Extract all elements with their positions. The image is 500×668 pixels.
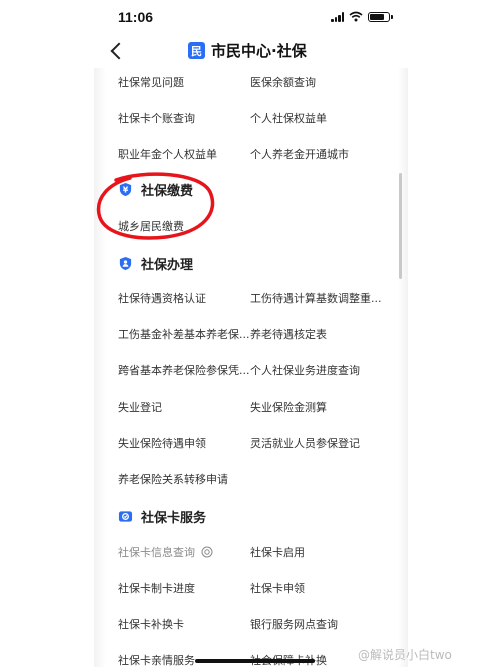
highlight-circle (96, 172, 215, 240)
face-recognition-icon (201, 546, 212, 558)
panel-right-shade (398, 68, 408, 667)
service-item[interactable]: 工伤待遇计算基数调整重... (250, 290, 382, 306)
signal-icon (331, 11, 344, 22)
service-item[interactable]: 社保卡信息查询 (118, 544, 213, 560)
wifi-icon (349, 11, 363, 22)
service-item[interactable]: 社保待遇资格认证 (118, 290, 206, 306)
status-icons (331, 11, 393, 22)
service-item[interactable]: 社保常见问题 (118, 74, 184, 90)
battery-icon (368, 11, 393, 22)
service-item[interactable]: 银行服务网点查询 (250, 616, 338, 632)
watermark: @解说员小白two (358, 648, 452, 662)
service-item[interactable]: 个人社保权益单 (250, 110, 327, 126)
service-item[interactable]: 社保卡启用 (250, 544, 305, 560)
service-item[interactable]: 灵活就业人员参保登记 (250, 435, 360, 451)
back-button[interactable] (108, 40, 128, 62)
status-time: 11:06 (118, 9, 154, 25)
service-item[interactable]: 社保卡亲情服务 (118, 652, 195, 668)
status-bar: 11:06 (0, 0, 500, 34)
service-item[interactable]: 个人养老金开通城市 (250, 146, 349, 162)
service-item[interactable]: 养老保险关系转移申请 (118, 471, 228, 487)
service-item[interactable]: 失业登记 (118, 399, 162, 415)
service-item[interactable]: 跨省基本养老保险参保凭... (118, 362, 250, 378)
service-item[interactable]: 社保卡补换卡 (118, 616, 184, 632)
service-item[interactable]: 失业保险待遇申领 (118, 435, 206, 451)
home-indicator[interactable] (195, 659, 315, 663)
service-item[interactable]: 社保卡制卡进度 (118, 580, 195, 596)
service-item[interactable]: 工伤基金补差基本养老保... (118, 326, 250, 342)
service-item[interactable]: 社保卡个账查询 (118, 110, 195, 126)
page-title-text: 市民中心·社保 (211, 42, 307, 60)
service-item[interactable]: 职业年金个人权益单 (118, 146, 217, 162)
section-header-handling: 社保办理 (118, 254, 193, 273)
card-icon (118, 511, 133, 522)
scrollbar[interactable] (399, 173, 402, 279)
section-header-card: 社保卡服务 (118, 507, 206, 526)
service-item[interactable]: 医保余额查询 (250, 74, 316, 90)
panel-left-shade (94, 68, 106, 667)
page-title: 民 市民中心·社保 (188, 40, 307, 61)
service-item[interactable]: 社保卡申领 (250, 580, 305, 596)
section-title-card: 社保卡服务 (141, 511, 207, 526)
person-shield-icon (119, 256, 132, 271)
service-item-label: 社保卡信息查询 (118, 546, 195, 559)
service-item[interactable]: 个人社保业务进度查询 (250, 362, 360, 378)
app-logo-icon: 民 (188, 42, 205, 59)
service-item[interactable]: 养老待遇核定表 (250, 326, 327, 342)
section-title-handling: 社保办理 (141, 258, 194, 273)
service-item[interactable]: 失业保险金测算 (250, 399, 327, 415)
nav-bar: 民 市民中心·社保 (0, 34, 500, 68)
